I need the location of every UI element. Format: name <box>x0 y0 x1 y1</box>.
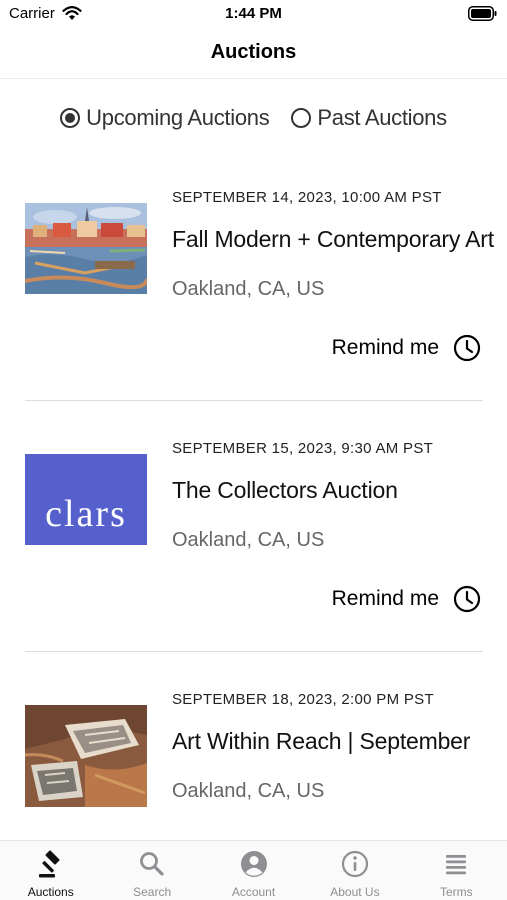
tab-label-auctions: Auctions <box>27 885 74 899</box>
remind-me-label: Remind me <box>331 336 439 359</box>
clars-logo-image: clars <box>25 454 147 545</box>
tab-label-account: Account <box>231 885 276 899</box>
auction-date: SEPTEMBER 15, 2023, 9:30 AM PST <box>172 440 434 457</box>
auction-card[interactable]: SEPTEMBER 18, 2023, 2:00 PM PST Art With… <box>0 652 507 840</box>
clock-icon <box>453 585 481 613</box>
radio-selected-icon <box>60 108 81 128</box>
boats-painting-image <box>25 705 147 807</box>
auction-location: Oakland, CA, US <box>172 529 325 551</box>
auction-list[interactable]: SEPTEMBER 14, 2023, 10:00 AM PST Fall Mo… <box>0 150 507 840</box>
past-auctions-radio[interactable]: Past Auctions <box>291 100 447 136</box>
tab-about-us[interactable]: About Us <box>304 841 405 900</box>
status-time: 1:44 PM <box>225 5 282 22</box>
clock-icon <box>453 334 481 362</box>
auction-location: Oakland, CA, US <box>172 278 325 300</box>
remind-me-label: Remind me <box>331 587 439 610</box>
remind-me-button[interactable]: Remind me <box>332 585 481 613</box>
tab-terms[interactable]: Terms <box>406 841 507 900</box>
tab-label-about-us: About Us <box>330 885 380 899</box>
navigation-bar: Auctions <box>0 28 507 79</box>
tab-auctions[interactable]: Auctions <box>0 841 101 900</box>
auction-title[interactable]: Fall Modern + Contemporary Art <box>172 226 494 253</box>
auction-card[interactable]: SEPTEMBER 14, 2023, 10:00 AM PST Fall Mo… <box>0 150 507 401</box>
harbor-painting-image <box>25 203 147 294</box>
gavel-icon <box>38 850 60 878</box>
radio-unselected-icon <box>291 108 312 128</box>
tab-label-terms: Terms <box>439 885 473 899</box>
info-icon <box>341 850 369 878</box>
auction-title[interactable]: Art Within Reach | September <box>172 728 470 755</box>
auction-thumbnail-painting <box>25 705 147 807</box>
auction-date: SEPTEMBER 18, 2023, 2:00 PM PST <box>172 691 434 708</box>
auction-card[interactable]: clars SEPTEMBER 15, 2023, 9:30 AM PST Th… <box>0 401 507 652</box>
auction-thumbnail-logo: clars <box>25 454 147 545</box>
battery-icon <box>468 6 497 21</box>
past-auctions-label: Past Auctions <box>317 105 447 130</box>
tab-label-search: Search <box>133 885 172 899</box>
terms-icon <box>446 855 467 875</box>
auction-title[interactable]: The Collectors Auction <box>172 477 398 504</box>
page-title: Auctions <box>210 41 297 63</box>
upcoming-auctions-label: Upcoming Auctions <box>86 105 270 130</box>
status-bar: Carrier 1:44 PM <box>0 0 507 28</box>
auction-date: SEPTEMBER 14, 2023, 10:00 AM PST <box>172 189 442 206</box>
tab-account[interactable]: Account <box>203 841 304 900</box>
auction-thumbnail-painting <box>25 203 147 294</box>
auction-location: Oakland, CA, US <box>172 780 325 802</box>
clars-logo-text: clars <box>45 493 127 535</box>
upcoming-auctions-radio[interactable]: Upcoming Auctions <box>60 100 270 136</box>
remind-me-button[interactable]: Remind me <box>332 334 481 362</box>
account-icon <box>240 851 267 877</box>
tab-search[interactable]: Search <box>101 841 202 900</box>
tab-bar: Auctions Search Account About Us Terms <box>0 840 507 900</box>
auction-filter: Upcoming Auctions Past Auctions <box>0 100 507 136</box>
search-icon <box>140 852 164 876</box>
